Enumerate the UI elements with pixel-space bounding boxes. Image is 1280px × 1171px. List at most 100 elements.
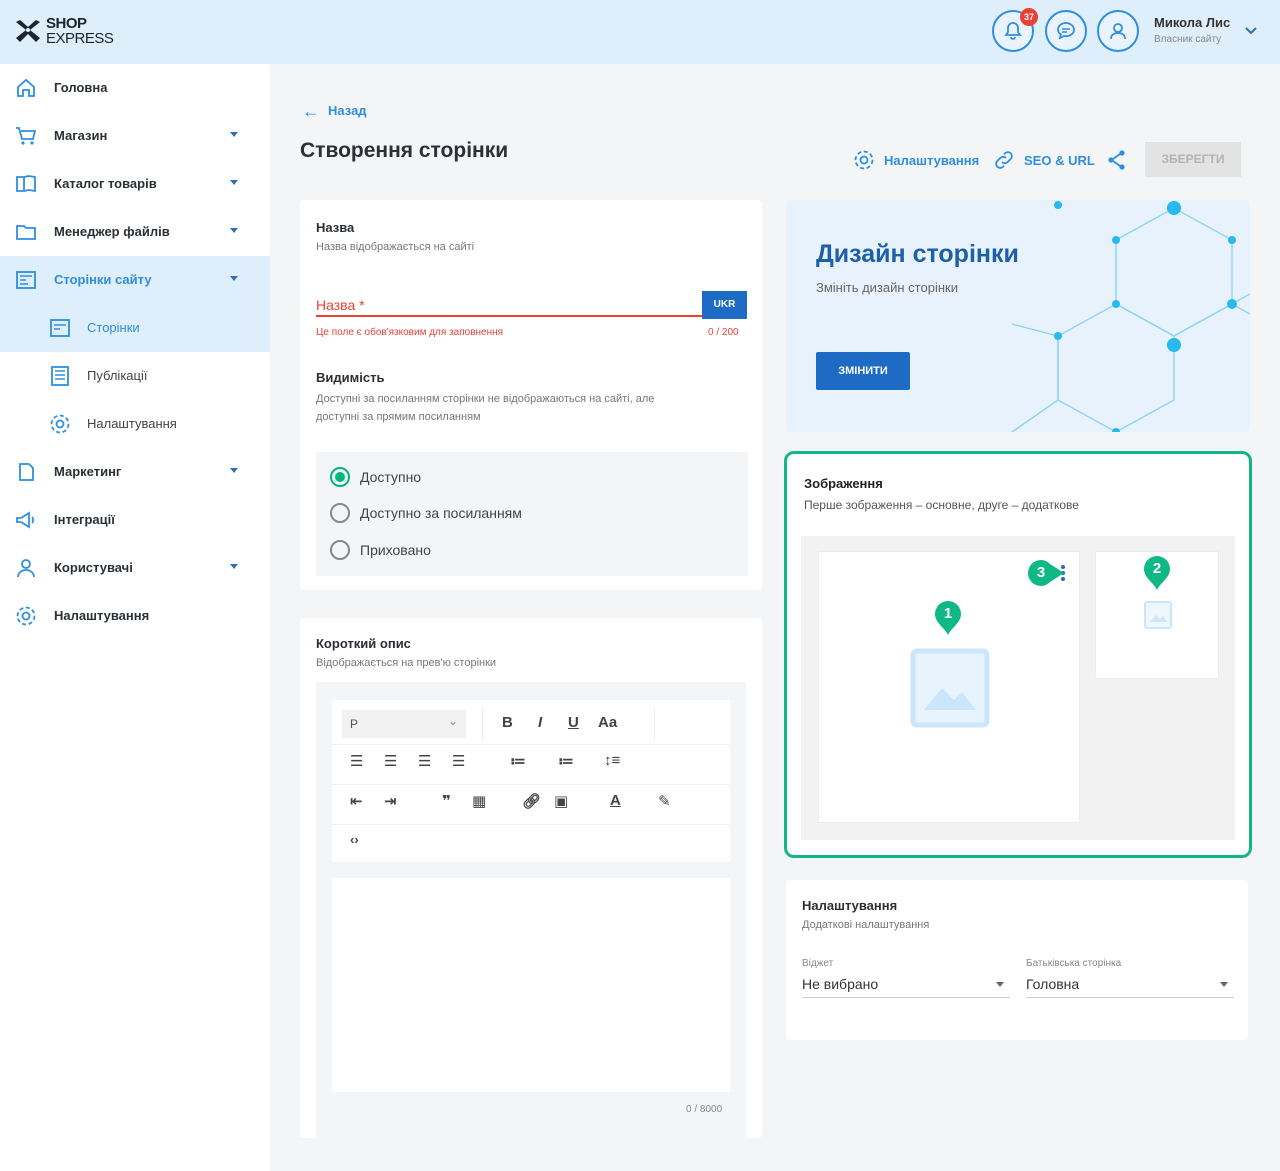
widget-select-label: Віджет <box>802 958 834 969</box>
logo[interactable]: SHOP EXPRESS <box>12 14 122 50</box>
page-icon <box>50 319 70 337</box>
toolbar-separator <box>332 824 730 825</box>
marker-3: 3 <box>1026 558 1066 588</box>
visibility-option-hidden[interactable]: Приховано <box>330 538 431 562</box>
caret-down-icon <box>1220 982 1228 987</box>
gear-icon <box>16 606 36 626</box>
sidebar-item-shop[interactable]: Магазин <box>0 112 270 160</box>
description-char-counter: 0 / 8000 <box>686 1104 723 1115</box>
pages-icon <box>16 271 36 289</box>
chevron-down-icon[interactable] <box>1244 26 1258 36</box>
indent-icon[interactable]: ⇥ <box>384 792 397 810</box>
sidebar-item-settings[interactable]: Налаштування <box>0 592 270 640</box>
extra-settings-card: Налаштування Додаткові налаштування Відж… <box>786 880 1248 1040</box>
language-button[interactable]: UKR <box>702 291 747 319</box>
save-button[interactable]: ЗБЕРЕГТИ <box>1145 142 1241 177</box>
publication-icon <box>51 366 69 386</box>
align-center-icon[interactable]: ☰ <box>384 752 397 770</box>
images-title: Зображення <box>804 476 883 491</box>
profile-button[interactable] <box>1097 10 1139 52</box>
page-title: Створення сторінки <box>300 139 509 162</box>
sidebar-item-integrations[interactable]: Інтеграції <box>0 496 270 544</box>
sidebar-subitem-publications[interactable]: Публікації <box>0 352 270 400</box>
name-card-title: Назва <box>316 220 355 235</box>
sidebar-subitem-label: Публікації <box>87 368 148 383</box>
visibility-option-by-link[interactable]: Доступно за посиланням <box>330 501 522 525</box>
name-char-counter: 0 / 200 <box>708 327 739 338</box>
widget-select-value: Не вибрано <box>802 976 879 992</box>
widget-select[interactable]: Віджет Не вибрано <box>802 952 1010 998</box>
italic-icon[interactable]: I <box>538 714 542 731</box>
image-placeholder-icon <box>910 648 990 728</box>
quote-icon[interactable]: ❞ <box>442 792 451 810</box>
caret-down-icon <box>230 132 238 137</box>
sidebar-item-site-pages[interactable]: Сторінки сайту <box>0 256 270 304</box>
images-card: Зображення Перше зображення – основне, д… <box>784 451 1252 858</box>
sidebar-subitem-pages[interactable]: Сторінки <box>0 304 270 352</box>
hexagon-network-decoration <box>1011 201 1250 432</box>
sidebar-item-label: Сторінки сайту <box>54 272 152 287</box>
highlight-icon[interactable]: ✎ <box>658 792 671 810</box>
sidebar-item-marketing[interactable]: Маркетинг <box>0 448 270 496</box>
caret-down-icon <box>996 982 1004 987</box>
bullet-list-icon[interactable]: ≔ <box>510 752 526 770</box>
align-justify-icon[interactable]: ☰ <box>452 752 465 770</box>
radio-selected-icon <box>330 467 350 487</box>
sidebar-item-home[interactable]: Головна <box>0 64 270 112</box>
visibility-option-label: Доступно <box>360 469 422 485</box>
font-size-icon[interactable]: Aa <box>598 714 617 731</box>
rich-text-editor: P ⌄ B I U Aa ☰ ☰ ☰ ☰ ≔ ≔ ↕≡ ⇤ ⇥ ❞ ▦ 🔗︎ ▣… <box>316 682 746 1138</box>
user-name[interactable]: Микола Лис <box>1154 15 1230 30</box>
editor-content[interactable] <box>332 878 730 1092</box>
change-design-button[interactable]: ЗМІНИТИ <box>816 352 910 390</box>
marker-number: 2 <box>1152 560 1162 577</box>
parent-page-select-value: Головна <box>1026 976 1080 992</box>
seo-url-link[interactable]: SEO & URL <box>992 148 1095 172</box>
visibility-option-available[interactable]: Доступно <box>330 465 421 489</box>
line-height-icon[interactable]: ↕≡ <box>604 752 620 769</box>
home-icon <box>17 78 35 97</box>
format-select[interactable]: P ⌄ <box>342 710 466 738</box>
chevron-down-icon: ⌄ <box>447 714 458 728</box>
sidebar-item-catalog[interactable]: Каталог товарів <box>0 160 270 208</box>
image-icon[interactable]: ▣ <box>554 792 568 810</box>
top-bar: SHOP EXPRESS 37 Микола Лис Власник сайту <box>0 0 1280 64</box>
back-link[interactable]: ← Назад <box>302 99 367 121</box>
toolbar-separator <box>332 744 730 745</box>
marker-number: 3 <box>1036 564 1046 581</box>
notifications-button[interactable]: 37 <box>992 8 1038 52</box>
code-view-icon[interactable]: ‹› <box>350 832 359 847</box>
image-placeholder-icon <box>1144 601 1172 629</box>
parent-page-select-label: Батьківська сторінка <box>1026 958 1122 969</box>
sidebar-item-files[interactable]: Менеджер файлів <box>0 208 270 256</box>
sidebar-subitem-settings[interactable]: Налаштування <box>0 400 270 448</box>
images-subtitle: Перше зображення – основне, друге – дода… <box>804 498 1079 512</box>
settings-link[interactable]: Налаштування <box>852 148 979 172</box>
share-icon[interactable] <box>1105 148 1129 172</box>
table-icon[interactable]: ▦ <box>472 792 486 810</box>
underline-icon[interactable]: U <box>568 714 579 731</box>
megaphone-icon <box>16 511 35 529</box>
align-right-icon[interactable]: ☰ <box>418 752 431 770</box>
logo-icon <box>16 20 40 42</box>
messages-button[interactable] <box>1045 10 1087 52</box>
text-color-icon[interactable]: A <box>610 792 621 809</box>
name-input[interactable]: Назва * <box>316 295 746 317</box>
sidebar: Головна Магазин Каталог товарів Менеджер… <box>0 64 270 1171</box>
link-icon <box>995 151 1013 169</box>
parent-page-select[interactable]: Батьківська сторінка Головна <box>1026 952 1234 998</box>
link-icon[interactable]: 🔗︎ <box>522 792 541 810</box>
extra-settings-subtitle: Додаткові налаштування <box>802 919 930 931</box>
caret-down-icon <box>230 564 238 569</box>
numbered-list-icon[interactable]: ≔ <box>558 752 574 770</box>
align-left-icon[interactable]: ☰ <box>350 752 363 770</box>
sidebar-item-label: Каталог товарів <box>54 176 157 191</box>
sidebar-item-users[interactable]: Користувачі <box>0 544 270 592</box>
bold-icon[interactable]: B <box>502 714 513 731</box>
radio-icon <box>330 503 350 523</box>
user-role: Власник сайту <box>1154 34 1222 45</box>
sidebar-item-label: Менеджер файлів <box>54 224 170 239</box>
main-image-slot[interactable] <box>818 551 1080 823</box>
user-icon <box>1110 23 1126 40</box>
outdent-icon[interactable]: ⇤ <box>350 792 363 810</box>
